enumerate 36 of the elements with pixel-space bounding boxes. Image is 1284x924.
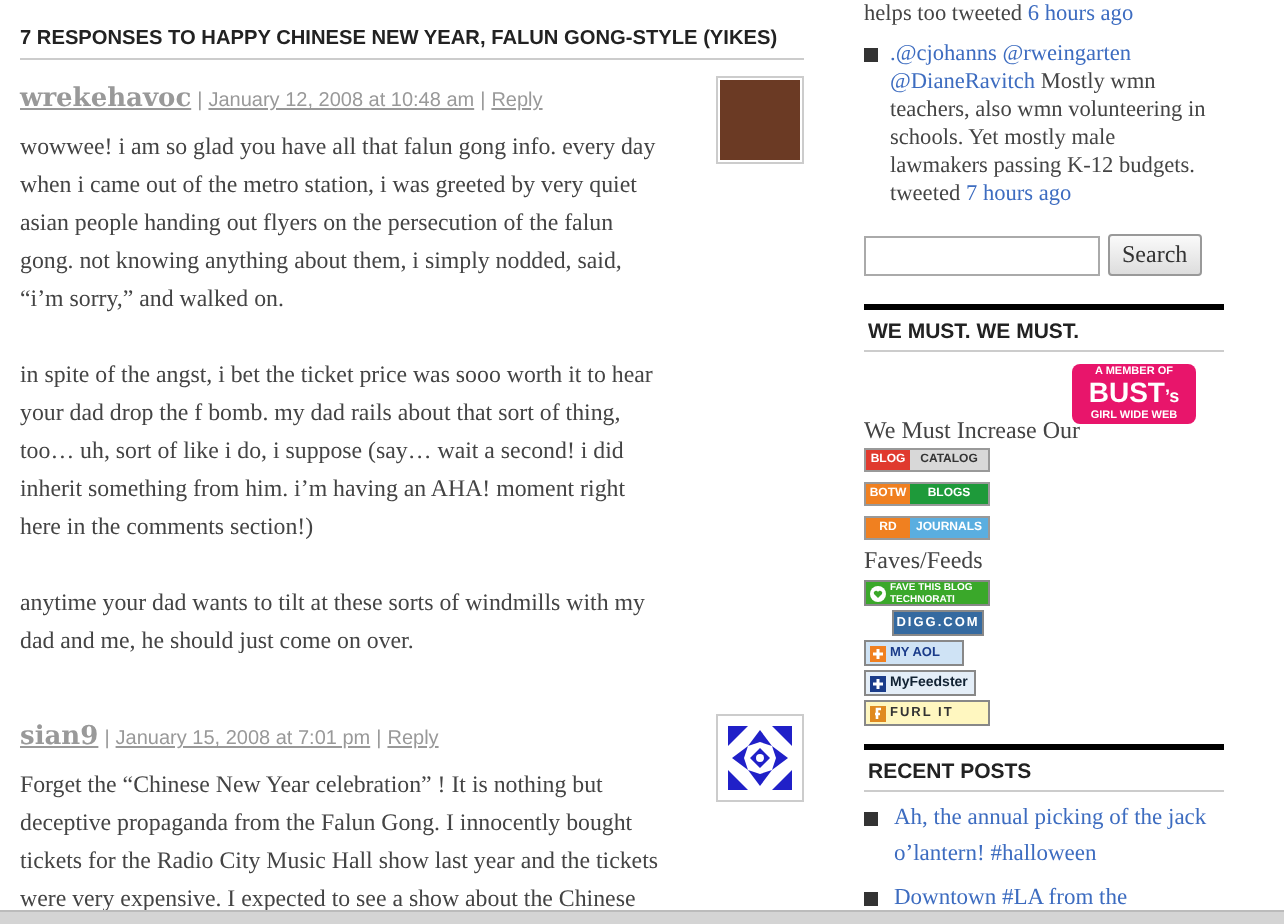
tweet-link[interactable]: 6 hours ago — [1027, 2, 1134, 26]
comment-text: in spite of the angst, i bet the ticket price was sooo worth it to hear your dad drop the f bomb. my dad rails about that sort of thing, too… uh, sort of like i do, i suppose (say… wait a second! i did inherit something from him. i’m having an AHA! moment right here in the comments section!) — [20, 358, 655, 544]
section-heading: RECENT POSTS — [864, 744, 1224, 792]
separator: | — [480, 90, 486, 112]
comment-text: wowwee! i am so glad you have all that falun gong info. every day when i came out of the metro station, i was greeted by very quiet asian people handing out flyers on the persecution of the falun gong. not knowing anything about them, i simply nodded, said, “i’m sorry,” and walked on. — [20, 130, 658, 316]
separator: | — [376, 728, 382, 750]
section-label: Faves/Feeds — [864, 546, 985, 576]
plus-icon — [870, 645, 886, 661]
comment-text: anytime your dad wants to tilt at these sorts of windmills with my dad and me, he should just come on over. — [20, 586, 647, 658]
avatar-photo — [716, 76, 804, 164]
separator: | — [104, 728, 110, 750]
heart-icon — [870, 585, 886, 601]
pattern-avatar-icon — [716, 714, 804, 802]
tweet-link[interactable]: @DianeRavitch — [890, 70, 1036, 94]
post-link[interactable]: Ah, the annual picking of the jack o’lantern! #halloween — [894, 800, 1224, 872]
bullet-icon — [864, 812, 878, 826]
letter-f-icon — [870, 705, 886, 721]
comment-author-link[interactable]: wrekehavoc — [20, 84, 192, 114]
separator: | — [197, 90, 203, 112]
tweet-text: .@cjohanns @rweingarten @DianeRavitch Mostly wmn teachers, also wmn volunteering in schools. Yet mostly male lawmakers passing K-12 budgets. tweeted 7 hours ago — [890, 40, 1208, 208]
search-field[interactable] — [864, 235, 1100, 275]
reply-link[interactable]: Reply — [387, 728, 439, 750]
reply-link[interactable]: Reply — [491, 90, 543, 112]
plus-icon — [870, 675, 886, 691]
comment-date-link[interactable]: January 12, 2008 at 10:48 am — [208, 90, 475, 112]
comment-date-link[interactable]: January 15, 2008 at 7:01 pm — [115, 728, 371, 750]
tweet-text: helps too tweeted 6 hours ago — [864, 0, 1136, 28]
tweet-link[interactable]: 7 hours ago — [965, 182, 1072, 206]
bullet-icon — [864, 892, 878, 906]
post-link[interactable]: Downtown #LA from the — [894, 880, 1128, 910]
section-heading: WE MUST. WE MUST. — [864, 304, 1224, 352]
tweet-link[interactable]: @rweingarten — [1002, 42, 1132, 66]
comment-author-link[interactable]: sian9 — [20, 722, 99, 752]
search-button[interactable]: Search — [1108, 234, 1202, 276]
comments-heading: 7 RESPONSES TO HAPPY CHINESE NEW YEAR, FALUN GONG-STYLE (YIKES) — [20, 28, 804, 60]
tweet-link[interactable]: .@cjohanns — [890, 42, 997, 66]
